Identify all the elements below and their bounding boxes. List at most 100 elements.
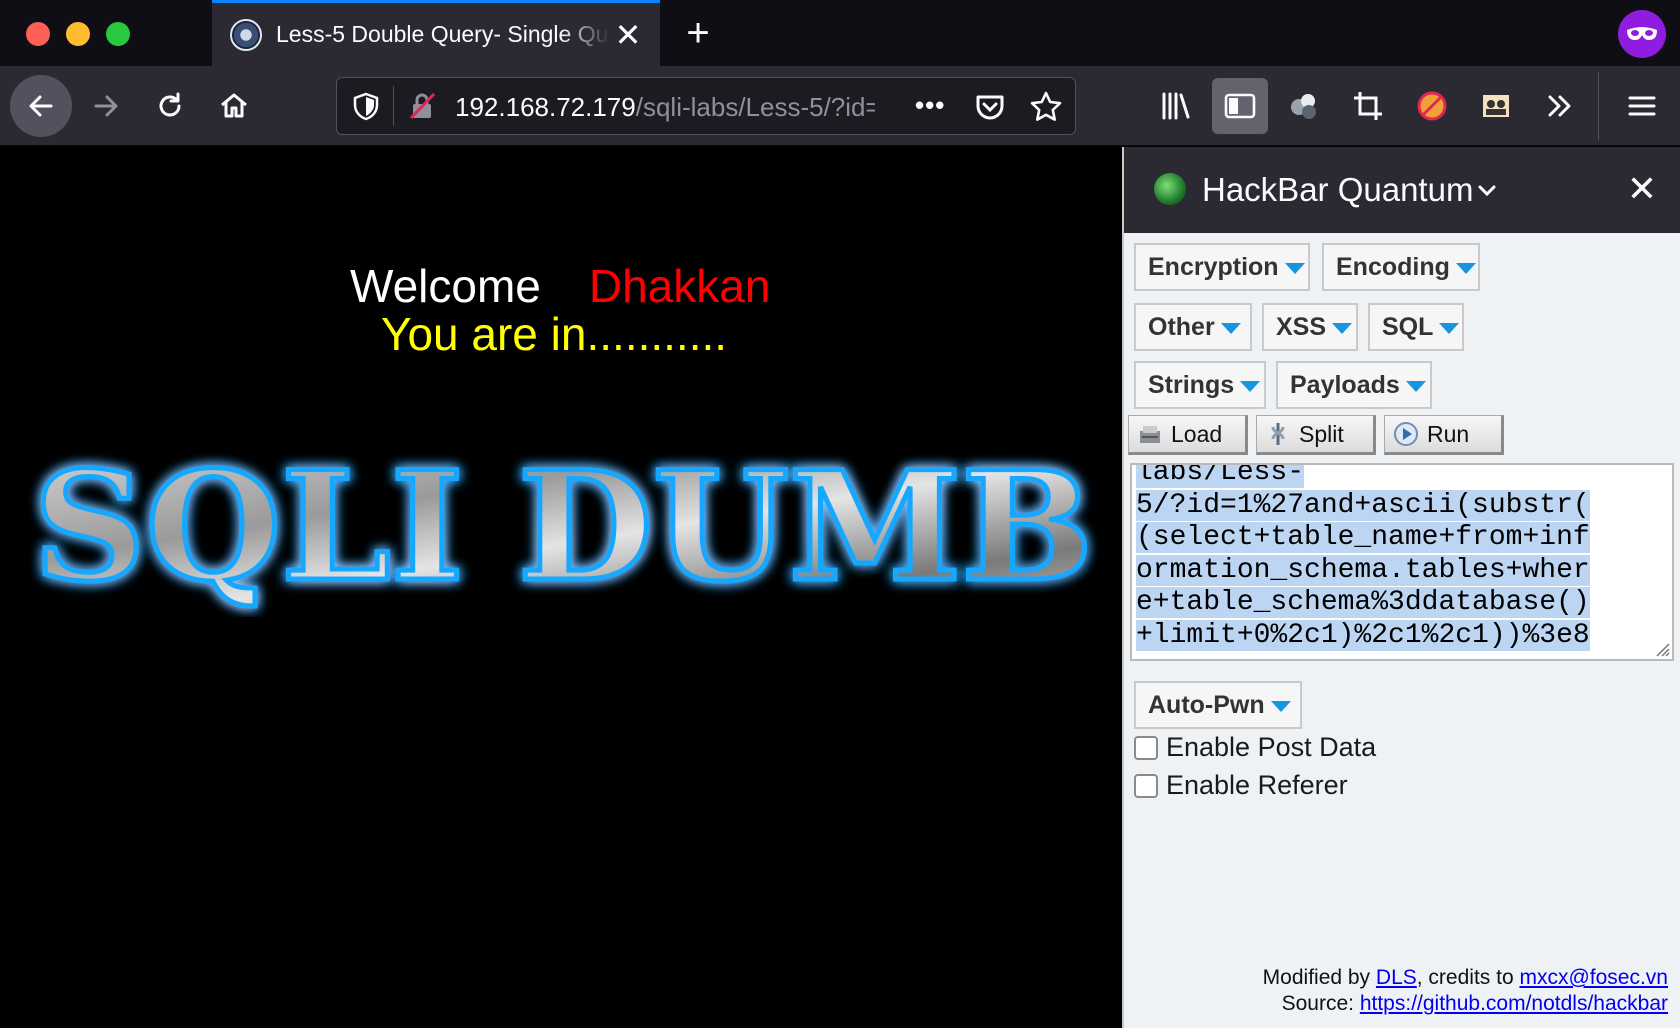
extension-button[interactable] — [1276, 78, 1332, 134]
welcome-text: Welcome Dhakkan — [350, 259, 770, 313]
url-text[interactable]: 192.168.72.179/sqli-labs/Less-5/?id=1'an… — [455, 92, 875, 123]
back-button[interactable] — [10, 75, 72, 137]
menu-label: Auto-Pwn — [1148, 690, 1265, 719]
pocket-icon[interactable] — [973, 90, 1007, 124]
menu-label: Payloads — [1290, 370, 1400, 399]
url-line: labs/Less- — [1136, 465, 1305, 488]
menu-label: XSS — [1276, 312, 1327, 341]
resize-grip-icon[interactable] — [1652, 639, 1670, 657]
button-label: Split — [1299, 420, 1344, 447]
sidebar-toggle-button[interactable] — [1212, 78, 1268, 134]
menu-label: Encoding — [1336, 252, 1450, 281]
url-line: +limit+0%2c1)%2c1%2c1))%3e8 — [1136, 619, 1590, 651]
checkbox-label: Enable Referer — [1166, 770, 1348, 800]
tab-close-icon[interactable]: ✕ — [610, 17, 646, 53]
strings-menu[interactable]: Strings — [1134, 361, 1266, 409]
sidebar-close-icon[interactable]: ✕ — [1620, 167, 1664, 211]
email-link[interactable]: mxcx@fosec.vn — [1519, 966, 1668, 989]
enable-post-data-option[interactable]: Enable Post Data — [1134, 732, 1376, 763]
home-icon — [221, 93, 247, 118]
payloads-menu[interactable]: Payloads — [1276, 361, 1432, 409]
sqli-dumb-logo: SQLI DUMB — [18, 437, 1108, 618]
dls-link[interactable]: DLS — [1376, 966, 1417, 989]
enable-referer-option[interactable]: Enable Referer — [1134, 770, 1348, 801]
window-minimize-button[interactable] — [66, 22, 90, 46]
other-menu[interactable]: Other — [1134, 303, 1252, 351]
library-icon — [1162, 92, 1190, 120]
forward-button[interactable] — [76, 76, 136, 136]
insecure-lock-icon[interactable] — [407, 91, 437, 121]
encoding-menu[interactable]: Encoding — [1322, 243, 1480, 291]
dropdown-triangle-icon — [1405, 380, 1426, 392]
dropdown-triangle-icon — [1220, 322, 1241, 334]
window-close-button[interactable] — [26, 22, 50, 46]
hackbar-sidebar: HackBar Quantum ✕ Encryption Encoding Ot… — [1122, 147, 1680, 1028]
url-textarea[interactable]: labs/Less- 5/?id=1%27and+ascii(substr( (… — [1130, 463, 1674, 661]
arrow-left-icon — [29, 95, 53, 117]
library-button[interactable] — [1148, 78, 1204, 134]
site-favicon-icon — [230, 18, 262, 51]
sidebar-icon — [1224, 93, 1256, 119]
tracking-shield-icon[interactable] — [351, 91, 381, 121]
url-host: 192.168.72.179 — [455, 92, 636, 122]
encryption-menu[interactable]: Encryption — [1134, 243, 1310, 291]
url-path: /sqli-labs/Less-5/?id=1'and ascii( — [635, 92, 875, 122]
run-button[interactable]: Run — [1384, 415, 1504, 455]
button-label: Load — [1171, 420, 1223, 447]
menu-label: Strings — [1148, 370, 1235, 399]
main-menu-button[interactable] — [1614, 78, 1670, 134]
window-zoom-button[interactable] — [106, 22, 130, 46]
url-line: e+table_schema%3ddatabase() — [1136, 587, 1590, 618]
page-actions-button[interactable]: ••• — [915, 90, 945, 121]
play-icon — [1393, 421, 1419, 447]
chevron-down-icon[interactable] — [1476, 179, 1498, 201]
button-label: Run — [1427, 420, 1470, 447]
enable-post-data-checkbox[interactable] — [1134, 735, 1158, 760]
sidebar-title[interactable]: HackBar Quantum — [1202, 171, 1473, 209]
screenshot-button[interactable] — [1340, 78, 1396, 134]
hackbar-logo-icon — [1154, 173, 1186, 205]
load-button[interactable]: Load — [1128, 415, 1248, 455]
checkbox-label: Enable Post Data — [1166, 732, 1377, 762]
source-link[interactable]: https://github.com/notdls/hackbar — [1360, 992, 1668, 1015]
auto-pwn-menu[interactable]: Auto-Pwn — [1134, 681, 1302, 729]
welcome-label: Welcome — [350, 260, 541, 312]
chevrons-right-icon — [1548, 95, 1571, 117]
bookmark-star-icon[interactable] — [1029, 90, 1063, 124]
tab-bar: Less-5 Double Query- Single Quotes- Stri… — [0, 0, 1680, 66]
menu-label: Encryption — [1148, 252, 1279, 281]
more-tools-button[interactable] — [1532, 78, 1588, 134]
load-icon — [1137, 421, 1163, 447]
menu-label: Other — [1148, 312, 1215, 341]
url-line: (select+table_name+from+inf — [1136, 522, 1590, 553]
extension-button[interactable] — [1468, 78, 1524, 134]
blocker-extension-icon — [1417, 91, 1447, 121]
extension-button[interactable] — [1404, 78, 1460, 134]
split-button[interactable]: Split — [1256, 415, 1376, 455]
home-button[interactable] — [204, 76, 264, 136]
credits-text: Modified by — [1262, 966, 1376, 989]
reload-button[interactable] — [140, 76, 200, 136]
tab-title: Less-5 Double Query- Single Quotes- Stri… — [276, 21, 610, 47]
dropdown-triangle-icon — [1455, 262, 1476, 274]
sql-menu[interactable]: SQL — [1368, 303, 1464, 351]
url-bar[interactable]: 192.168.72.179/sqli-labs/Less-5/?id=1'an… — [336, 77, 1076, 135]
dropdown-triangle-icon — [1284, 262, 1305, 274]
credits: Modified by DLS, credits to mxcx@fosec.v… — [1263, 965, 1668, 1017]
tab-active[interactable]: Less-5 Double Query- Single Quotes- Stri… — [212, 0, 660, 66]
enable-referer-checkbox[interactable] — [1134, 773, 1158, 798]
new-tab-button[interactable]: + — [676, 12, 720, 56]
private-browsing-icon — [1618, 10, 1666, 58]
xss-menu[interactable]: XSS — [1262, 303, 1358, 351]
sidebar-header: HackBar Quantum ✕ — [1124, 147, 1680, 233]
reload-icon — [159, 92, 181, 117]
dropdown-triangle-icon — [1332, 322, 1353, 334]
page-content: Welcome Dhakkan You are in........... SQL… — [0, 147, 1122, 1028]
arrow-right-icon — [94, 95, 118, 117]
source-label: Source: — [1281, 992, 1360, 1015]
toolbar-divider — [1598, 72, 1599, 140]
url-separator — [393, 86, 394, 126]
menu-label: SQL — [1382, 312, 1434, 341]
spheres-extension-icon — [1291, 94, 1316, 119]
dropdown-triangle-icon — [1439, 322, 1460, 334]
